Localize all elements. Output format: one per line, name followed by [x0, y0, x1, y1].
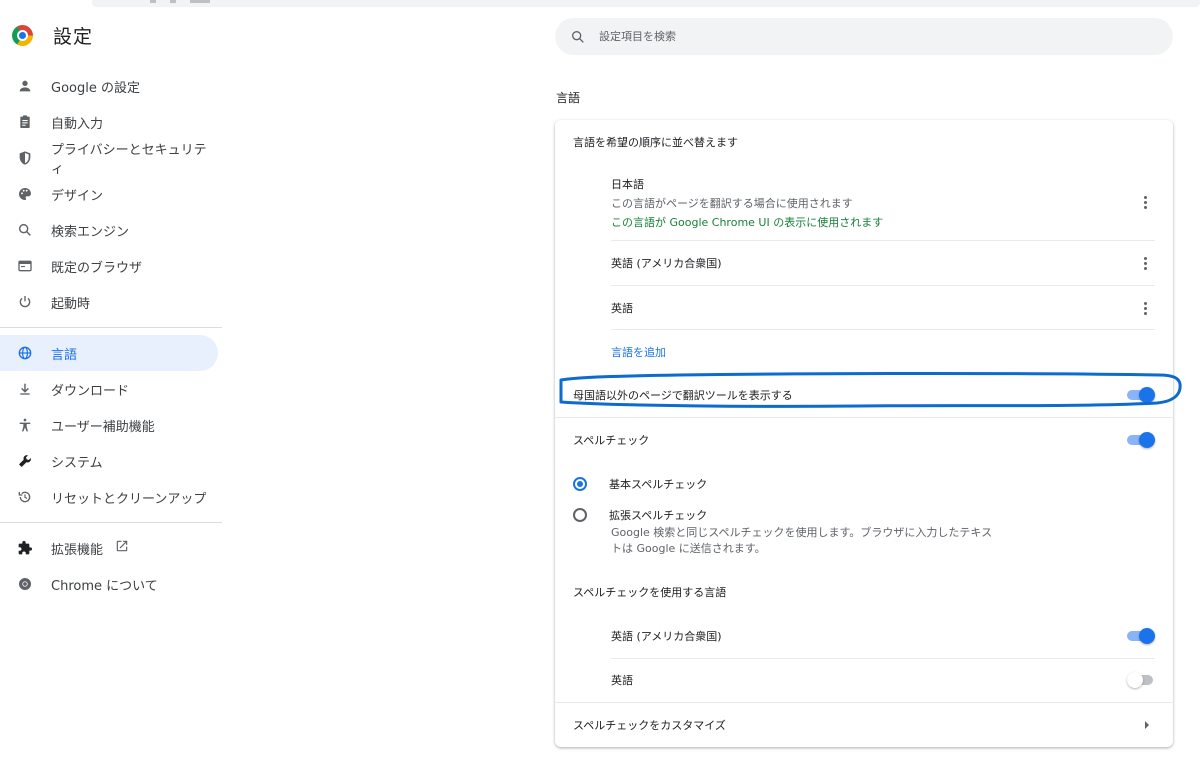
- sidebar-divider: [0, 327, 222, 328]
- more-options-icon[interactable]: [1135, 253, 1155, 273]
- browser-icon: [16, 257, 34, 275]
- sidebar-item-system[interactable]: システム: [0, 443, 218, 479]
- sidebar-item-downloads[interactable]: ダウンロード: [0, 371, 218, 407]
- language-name: 英語: [611, 302, 633, 315]
- sidebar-item-on-startup[interactable]: 起動時: [0, 284, 218, 320]
- sidebar-nav: Google の設定 自動入力 プライバシーとセキュリティ デザイン 検索エンジ…: [0, 68, 222, 602]
- sidebar-item-label: Chrome について: [51, 578, 158, 594]
- language-name: 英語 (アメリカ合衆国): [611, 257, 722, 270]
- more-options-icon[interactable]: [1135, 192, 1155, 212]
- translate-offer-label: 母国語以外のページで翻訳ツールを表示する: [573, 389, 793, 402]
- row-divider: [611, 240, 1155, 241]
- language-ui-note: この言語が Google Chrome UI の表示に使用されます: [611, 216, 884, 229]
- customize-spellcheck-label: スペルチェックをカスタマイズ: [573, 719, 726, 732]
- sidebar-item-label: 既定のブラウザ: [51, 260, 143, 276]
- spellcheck-language-toggle[interactable]: [1127, 628, 1155, 644]
- sidebar-item-default-browser[interactable]: 既定のブラウザ: [0, 248, 218, 284]
- sidebar-item-search-engine[interactable]: 検索エンジン: [0, 212, 218, 248]
- sidebar-item-label: 拡張機能: [51, 542, 104, 558]
- restore-icon: [16, 488, 34, 506]
- palette-icon: [16, 185, 34, 203]
- chevron-right-icon: [1145, 721, 1149, 729]
- languages-card: 言語を希望の順序に並べ替えます 日本語 この言語がページを翻訳する場合に使用され…: [555, 120, 1173, 747]
- language-translate-note: この言語がページを翻訳する場合に使用されます: [611, 197, 853, 210]
- clipboard-icon: [16, 113, 34, 131]
- sidebar-item-label: デザイン: [51, 188, 104, 204]
- add-language-link[interactable]: 言語を追加: [611, 341, 666, 363]
- sidebar-item-label: 検索エンジン: [51, 224, 130, 240]
- basic-spellcheck-option[interactable]: 基本スペルチェック: [555, 473, 1173, 495]
- sidebar-item-label: ダウンロード: [51, 383, 130, 399]
- section-title: 言語: [556, 91, 581, 105]
- row-divider: [555, 417, 1173, 418]
- sidebar-item-accessibility[interactable]: ユーザー補助機能: [0, 407, 218, 443]
- row-divider: [611, 329, 1155, 330]
- row-divider: [611, 658, 1155, 659]
- language-item: 日本語 この言語がページを翻訳する場合に使用されます この言語が Google …: [611, 176, 1155, 230]
- radio-unselected-icon[interactable]: [573, 508, 587, 522]
- customize-spellcheck-link[interactable]: スペルチェックをカスタマイズ: [555, 714, 1173, 736]
- spellcheck-toggle[interactable]: [1127, 432, 1155, 448]
- spellcheck-label: スペルチェック: [573, 434, 650, 447]
- sidebar-item-about-chrome[interactable]: Chrome について: [0, 566, 218, 602]
- radio-selected-icon[interactable]: [573, 477, 587, 491]
- sidebar-item-label: ユーザー補助機能: [51, 419, 155, 435]
- sidebar-item-autofill[interactable]: 自動入力: [0, 104, 218, 140]
- basic-spellcheck-label: 基本スペルチェック: [609, 478, 708, 491]
- accessibility-icon: [16, 416, 34, 434]
- download-icon: [16, 380, 34, 398]
- language-name: 日本語: [611, 178, 644, 191]
- person-icon: [16, 77, 34, 95]
- sidebar-item-google[interactable]: Google の設定: [0, 68, 218, 104]
- chrome-icon: [16, 575, 34, 593]
- translate-offer-toggle[interactable]: [1127, 387, 1155, 403]
- row-divider: [611, 285, 1155, 286]
- shield-icon: [16, 149, 34, 167]
- globe-icon: [16, 344, 34, 362]
- spellcheck-language-name: 英語 (アメリカ合衆国): [611, 630, 722, 643]
- sidebar-divider: [0, 522, 222, 523]
- sidebar-item-label: Google の設定: [51, 80, 140, 96]
- more-options-icon[interactable]: [1135, 298, 1155, 318]
- sidebar-item-label: 起動時: [51, 296, 91, 312]
- sidebar-item-label: リセットとクリーンアップ: [51, 491, 207, 507]
- sidebar-item-extensions[interactable]: 拡張機能: [0, 530, 218, 566]
- chrome-logo-icon: [12, 25, 33, 46]
- settings-header: 設定: [12, 22, 93, 49]
- sidebar-item-appearance[interactable]: デザイン: [0, 176, 218, 212]
- settings-search[interactable]: [555, 18, 1173, 55]
- browser-toolbar-strip: [0, 0, 1200, 10]
- sidebar-item-label: システム: [51, 455, 103, 471]
- row-divider: [555, 702, 1173, 703]
- search-icon: [569, 28, 587, 46]
- sidebar-item-label: 言語: [51, 347, 78, 363]
- enhanced-spellcheck-description: トは Google に送信されます。: [611, 542, 766, 555]
- enhanced-spellcheck-description: Google 検索と同じスペルチェックを使用します。ブラウザに入力したテキス: [611, 526, 993, 539]
- search-input[interactable]: [599, 30, 1119, 43]
- search-icon: [16, 221, 34, 239]
- sidebar-item-reset[interactable]: リセットとクリーンアップ: [0, 479, 218, 515]
- sidebar-item-languages[interactable]: 言語: [0, 335, 218, 371]
- wrench-icon: [16, 452, 34, 470]
- sidebar-item-label: プライバシーとセキュリティ: [50, 143, 207, 177]
- address-bar-text-fragment: [150, 0, 350, 3]
- enhanced-spellcheck-option[interactable]: 拡張スペルチェック: [555, 505, 1173, 525]
- enhanced-spellcheck-label: 拡張スペルチェック: [609, 509, 708, 522]
- spellcheck-language-name: 英語: [611, 674, 633, 687]
- power-icon: [16, 293, 34, 311]
- sidebar-item-label: 自動入力: [51, 116, 104, 132]
- page-title: 設定: [53, 26, 94, 48]
- spellcheck-language-toggle[interactable]: [1127, 672, 1155, 688]
- sidebar-item-privacy[interactable]: プライバシーとセキュリティ: [0, 140, 218, 177]
- spellcheck-languages-label: スペルチェックを使用する言語: [573, 586, 727, 599]
- puzzle-icon: [16, 539, 34, 557]
- language-order-label: 言語を希望の順序に並べ替えます: [573, 136, 738, 149]
- open-in-new-icon: [115, 539, 129, 557]
